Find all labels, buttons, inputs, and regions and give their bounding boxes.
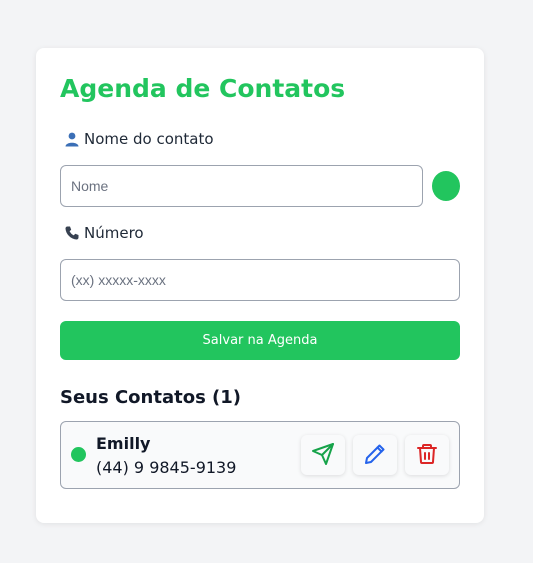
send-message-button[interactable] — [301, 435, 345, 475]
edit-contact-button[interactable] — [353, 435, 397, 475]
name-field-label: Nome do contato — [64, 130, 214, 148]
number-input[interactable] — [60, 259, 460, 301]
page-title: Agenda de Contatos — [60, 74, 346, 103]
name-input[interactable] — [60, 165, 423, 207]
contacts-card: Agenda de Contatos Nome do contato Númer… — [36, 48, 484, 523]
contacts-list-title: Seus Contatos (1) — [60, 387, 242, 408]
color-picker[interactable] — [432, 171, 460, 201]
phone-icon — [64, 225, 80, 241]
save-button[interactable]: Salvar na Agenda — [60, 321, 460, 360]
name-label-text: Nome do contato — [84, 130, 214, 148]
trash-icon — [415, 442, 439, 469]
number-label-text: Número — [84, 224, 144, 242]
contact-item: Emilly (44) 9 9845-9139 — [60, 421, 460, 489]
person-icon — [64, 131, 80, 147]
number-field-label: Número — [64, 224, 144, 242]
contact-name: Emilly — [96, 434, 151, 453]
send-icon — [311, 442, 335, 469]
contact-color-dot — [71, 447, 86, 462]
delete-contact-button[interactable] — [405, 435, 449, 475]
contact-phone: (44) 9 9845-9139 — [96, 458, 237, 477]
pencil-icon — [363, 442, 387, 469]
